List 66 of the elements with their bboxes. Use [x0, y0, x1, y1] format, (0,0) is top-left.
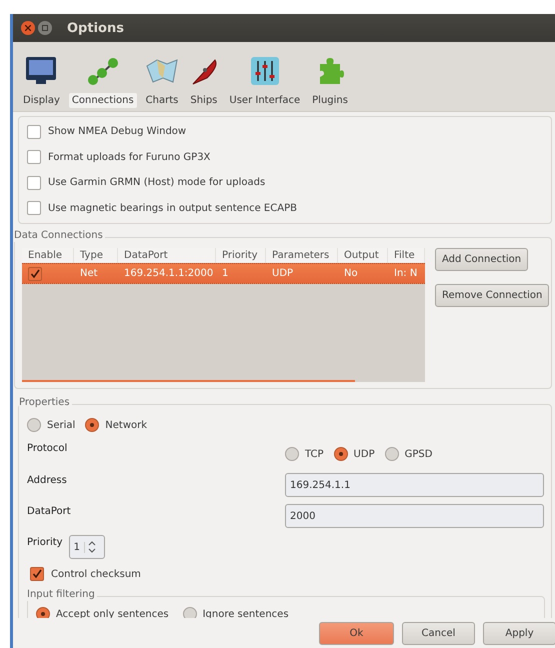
column-header[interactable]: Filte: [388, 248, 425, 263]
text-field[interactable]: 169.254.1.1: [285, 473, 544, 497]
checkbox[interactable]: [27, 176, 41, 190]
close-icon: [25, 25, 31, 31]
checkbox[interactable]: [27, 201, 41, 216]
radio-label: UDP: [354, 448, 375, 460]
field-label: DataPort: [27, 505, 72, 517]
radio-button[interactable]: [36, 607, 50, 618]
column-header[interactable]: Enable: [22, 248, 74, 263]
checkbox-label: Use magnetic bearings in output sentence ECAPB: [48, 202, 297, 214]
connected-nodes-icon: [86, 56, 119, 86]
number-spinner[interactable]: 1: [68, 535, 105, 559]
column-header[interactable]: Output: [338, 248, 388, 263]
ok-button[interactable]: Ok: [319, 622, 394, 644]
radio-button[interactable]: [384, 447, 399, 461]
group-title: Input filtering: [27, 589, 97, 601]
radio-button[interactable]: [285, 447, 299, 461]
radio-button[interactable]: [27, 418, 41, 432]
table-cell-text: 169.254.1.1:2000: [123, 268, 214, 279]
maximize-button[interactable]: [38, 21, 52, 35]
dialog-button[interactable]: Apply: [483, 622, 555, 644]
field-label: Address: [27, 474, 68, 486]
checkbox-label: Control checksum: [51, 568, 141, 580]
checkbox[interactable]: [28, 266, 42, 280]
toolbar-tab[interactable]: Display: [17, 56, 66, 108]
monitor-icon: [25, 56, 58, 86]
checkbox[interactable]: [30, 567, 44, 581]
table-cell-text: No: [343, 268, 359, 279]
group-title: Data Connections: [14, 230, 105, 242]
radio-label: TCP: [305, 448, 324, 460]
field-label: Priority: [27, 536, 63, 548]
square-icon: [42, 25, 48, 31]
checkbox[interactable]: [27, 124, 41, 139]
checkbox[interactable]: [27, 150, 41, 164]
radio-button[interactable]: [85, 418, 100, 432]
text-field[interactable]: 2000: [285, 504, 544, 528]
radio-label: Serial: [47, 420, 76, 430]
toolbar-tab[interactable]: Charts: [140, 56, 184, 108]
radio-label: GPSD: [404, 448, 432, 460]
group-title: Properties: [19, 397, 72, 409]
column-header[interactable]: DataPort: [118, 248, 216, 263]
connection-button[interactable]: Add Connection: [435, 248, 528, 271]
toolbar-tab[interactable]: Ships: [184, 56, 224, 108]
radio-label: Network: [105, 420, 148, 430]
table-cell-text: 1: [221, 268, 230, 279]
column-header[interactable]: Type: [74, 248, 118, 263]
table-cell-text: In: N: [393, 268, 418, 279]
toolbar-tab[interactable]: User Interface: [223, 56, 306, 108]
toolbar-tab[interactable]: Connections: [66, 56, 140, 108]
window-title: Options: [67, 20, 124, 36]
sliders-icon: [250, 56, 280, 86]
checkbox-label: Show NMEA Debug Window: [48, 126, 186, 138]
checkbox-label: Format uploads for Furuno GP3X: [48, 152, 210, 163]
field-label: Protocol: [27, 442, 68, 454]
radio-button[interactable]: [334, 447, 348, 461]
table-cell-text: UDP: [271, 268, 294, 279]
connection-button[interactable]: Remove Connection: [435, 284, 550, 307]
dialog-button[interactable]: Cancel: [402, 622, 475, 644]
radio-button[interactable]: [182, 607, 197, 618]
toolbar-tab[interactable]: Plugins: [306, 56, 354, 108]
scrollbar[interactable]: [22, 380, 355, 382]
column-header[interactable]: Priority: [216, 248, 266, 263]
checkbox-label: Use Garmin GRMN (Host) mode for uploads: [48, 177, 266, 188]
close-button[interactable]: [21, 21, 35, 35]
column-header[interactable]: Parameters: [266, 248, 338, 263]
table-cell-text: Net: [79, 268, 99, 279]
